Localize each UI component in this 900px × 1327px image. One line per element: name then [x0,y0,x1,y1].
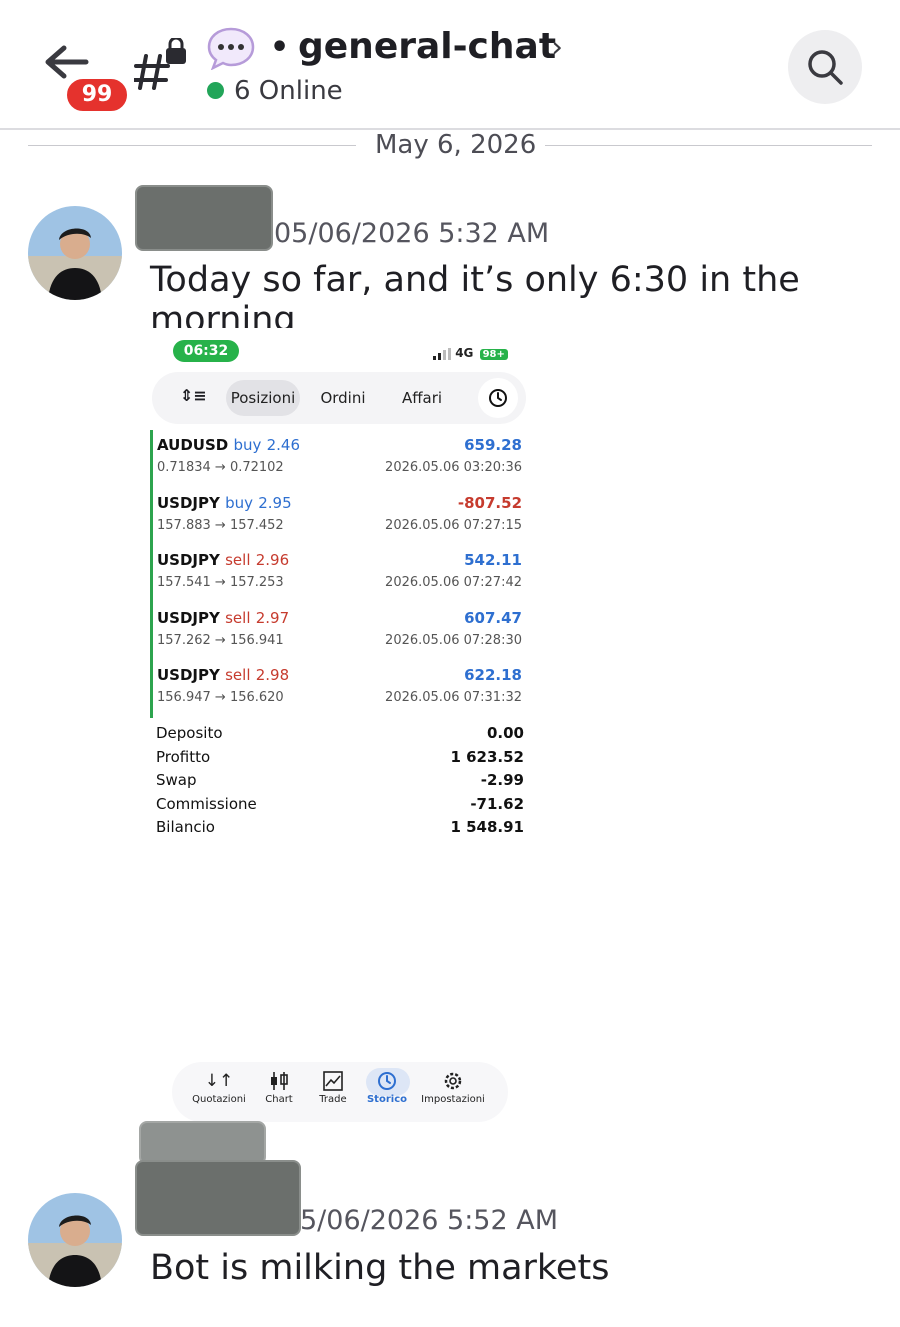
network-label: 4G [455,346,474,360]
trade-profit: 542.11 [464,551,522,570]
search-icon [808,50,843,85]
trade-symbol: USDJPY sell 2.96 [157,551,290,570]
chevron-right-icon[interactable]: › [551,30,563,65]
tab-orders[interactable]: Ordini [310,380,376,416]
search-button[interactable] [788,30,862,104]
trade-prices: 157.541 → 157.253 [157,575,284,591]
trade-symbol: USDJPY sell 2.98 [157,666,290,685]
username-blurred[interactable] [135,1160,301,1236]
period-button[interactable] [478,378,518,418]
candlestick-icon [271,1072,288,1090]
trade-chart-icon [323,1071,343,1091]
nav-settings[interactable]: Impostazioni [418,1068,488,1105]
sort-icon[interactable]: ⇕≡ [180,386,207,405]
trade-profit: 607.47 [464,608,522,627]
message-text: Bot is milking the markets [150,1248,610,1288]
tab-deals[interactable]: Affari [388,380,456,416]
message-timestamp: 5/06/2026 5:52 AM [300,1205,559,1236]
trade-prices: 157.262 → 156.941 [157,632,284,648]
trade-profit: -807.52 [457,493,522,512]
message-timestamp: 05/06/2026 5:32 AM [274,218,550,249]
clock-icon [489,389,507,407]
date-divider: May 6, 2026 [375,130,537,160]
trade-symbol: AUDUSD buy 2.46 [157,436,300,454]
history-tabs: ⇕≡ Posizioni Ordini Affari [152,372,526,424]
unread-badge: 99 [64,76,130,114]
account-summary: Deposito 0.00 Profitto 1 623.52 Swap -2.… [156,724,524,842]
summary-row-commission: Commissione -71.62 [156,794,524,813]
trade-row[interactable]: USDJPY sell 2.96 157.541 → 157.253 542.1… [153,545,526,603]
trade-row[interactable]: USDJPY buy 2.95 157.883 → 157.452 -807.5… [153,488,526,546]
trade-time: 2026.05.06 07:28:30 [385,632,522,648]
back-button[interactable]: 99 [40,40,130,114]
summary-row-swap: Swap -2.99 [156,771,524,789]
trade-profit: 659.28 [464,436,522,454]
trade-row[interactable]: AUDUSD buy 2.46 0.71834 → 0.72102 659.28… [153,430,526,488]
tab-positions[interactable]: Posizioni [226,380,300,416]
signal-icon [433,348,451,360]
summary-row-deposit: Deposito 0.00 [156,724,524,742]
summary-row-profit: Profitto 1 623.52 [156,747,524,766]
trade-list: AUDUSD buy 2.46 0.71834 → 0.72102 659.28… [150,430,526,718]
gear-icon [444,1072,462,1090]
channel-title[interactable]: general-chat [298,26,556,67]
date-divider-line-right [545,145,872,146]
online-count: 6 Online [234,76,343,106]
trade-row[interactable]: USDJPY sell 2.97 157.262 → 156.941 607.4… [153,603,526,661]
history-clock-icon [378,1072,396,1090]
trade-prices: 157.883 → 157.452 [157,517,284,533]
trade-profit: 622.18 [464,666,522,685]
nav-history[interactable]: Storico [352,1068,422,1105]
trade-prices: 156.947 → 156.620 [157,690,284,706]
status-bar: 4G 98+ [433,346,508,360]
trade-time: 2026.05.06 07:27:42 [385,575,522,591]
trade-time: 2026.05.06 07:27:15 [385,517,522,533]
battery-icon: 98+ [479,349,508,360]
trade-time: 2026.05.06 03:20:36 [385,460,522,475]
status-bar-time: 06:32 [173,340,239,362]
trade-row[interactable]: USDJPY sell 2.98 156.947 → 156.620 622.1… [153,660,526,718]
username-blurred-secondary [139,1121,266,1165]
channel-header: 99 • general-chat › 6 Online [0,0,900,130]
hash-lock-icon [134,38,186,90]
online-indicator [207,82,224,99]
trade-symbol: USDJPY buy 2.95 [157,493,292,512]
title-separator: • [270,30,290,65]
avatar[interactable] [28,206,122,300]
summary-row-balance: Bilancio 1 548.91 [156,818,524,836]
username-blurred[interactable] [135,185,273,251]
trade-time: 2026.05.06 07:31:32 [385,690,522,706]
avatar-photo [28,1193,122,1287]
app-bottom-nav: ↓↑ Quotazioni Chart Trade Storico Impost… [172,1062,508,1122]
date-divider-line-left [28,145,356,146]
image-attachment[interactable]: 06:32 4G 98+ ⇕≡ Posizioni Ordini Affari … [148,328,528,1128]
avatar[interactable] [28,1193,122,1287]
trade-symbol: USDJPY sell 2.97 [157,608,290,627]
chat-bubble-icon [207,27,255,70]
trade-prices: 0.71834 → 0.72102 [157,460,284,475]
avatar-photo [28,206,122,300]
